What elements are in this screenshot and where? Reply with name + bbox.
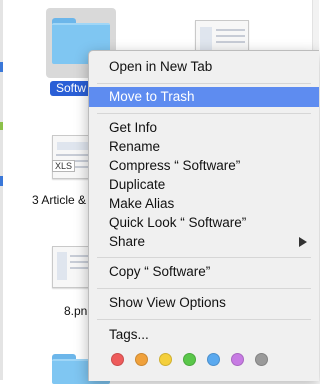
menu-item-quick-look[interactable]: Quick Look “ Software” xyxy=(89,213,319,233)
file-label[interactable]: 8.pn xyxy=(64,304,87,318)
menu-item-tags[interactable]: Tags... xyxy=(89,325,319,345)
tag-orange-icon[interactable] xyxy=(135,353,148,366)
tag-green-icon[interactable] xyxy=(183,353,196,366)
menu-item-share-label: Share xyxy=(109,234,146,249)
tag-blue-icon[interactable] xyxy=(207,353,220,366)
menu-separator xyxy=(97,113,311,114)
file-label[interactable]: 3 Article & xyxy=(32,193,86,207)
submenu-arrow-icon xyxy=(299,237,307,247)
context-menu: Open in New Tab Move to Trash Get Info R… xyxy=(88,50,319,381)
left-edge-marker xyxy=(0,62,3,72)
menu-item-get-info[interactable]: Get Info xyxy=(89,118,319,138)
menu-item-share[interactable]: Share xyxy=(89,232,319,252)
left-edge-marker xyxy=(0,176,3,186)
tag-purple-icon[interactable] xyxy=(231,353,244,366)
menu-item-open-in-new-tab[interactable]: Open in New Tab xyxy=(89,57,319,77)
menu-item-rename[interactable]: Rename xyxy=(89,137,319,157)
tag-gray-icon[interactable] xyxy=(255,353,268,366)
menu-separator xyxy=(97,319,311,320)
menu-item-compress[interactable]: Compress “ Software” xyxy=(89,156,319,176)
menu-item-move-to-trash[interactable]: Move to Trash xyxy=(89,87,319,107)
tag-red-icon[interactable] xyxy=(111,353,124,366)
menu-item-copy[interactable]: Copy “ Software” xyxy=(89,262,319,282)
left-edge xyxy=(0,0,3,380)
menu-separator xyxy=(97,288,311,289)
left-edge-marker xyxy=(0,122,3,130)
menu-separator xyxy=(97,257,311,258)
menu-item-make-alias[interactable]: Make Alias xyxy=(89,194,319,214)
xls-badge: XLS xyxy=(52,160,76,172)
tag-yellow-icon[interactable] xyxy=(159,353,172,366)
menu-item-duplicate[interactable]: Duplicate xyxy=(89,175,319,195)
menu-item-show-view-options[interactable]: Show View Options xyxy=(89,293,319,313)
menu-separator xyxy=(97,83,311,84)
